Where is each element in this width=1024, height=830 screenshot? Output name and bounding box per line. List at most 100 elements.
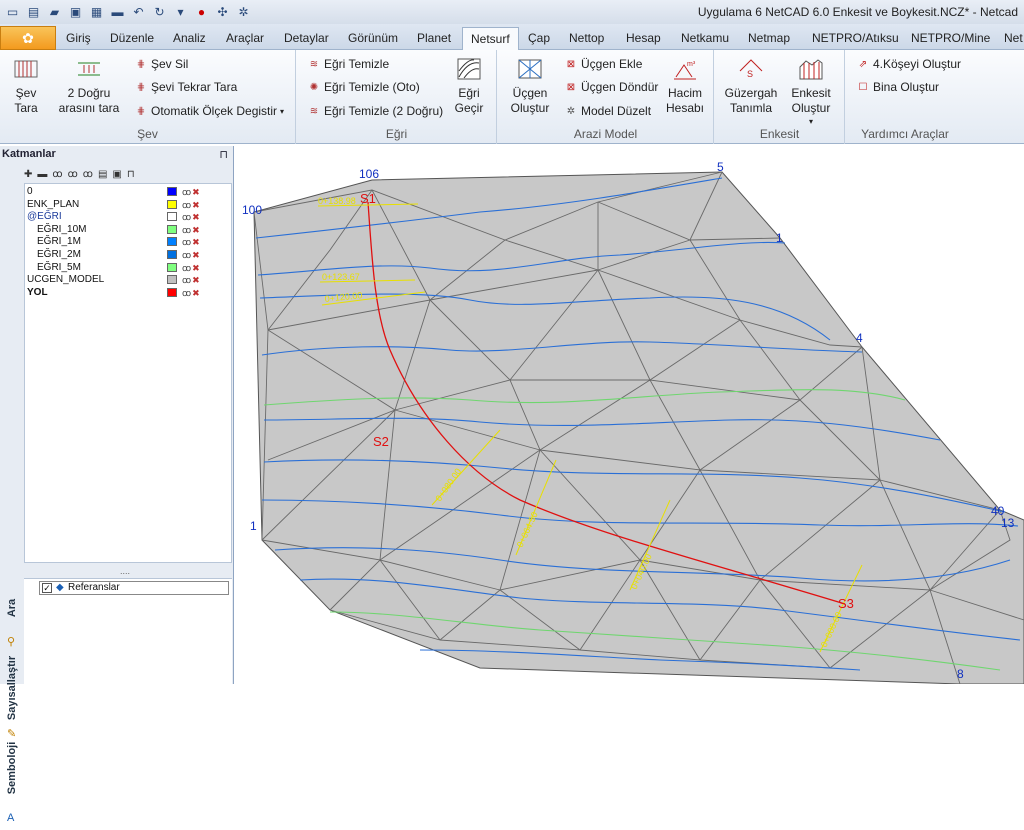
- list-item[interactable]: EĞRI_5M ꝏ✖: [27, 262, 231, 274]
- tab-netkamu[interactable]: Netkamu: [673, 27, 737, 50]
- tab-cap[interactable]: Çap: [520, 27, 558, 50]
- panel-header: Katmanlar ⊓: [2, 148, 228, 161]
- folder-icon[interactable]: ▬: [109, 3, 126, 20]
- pin-icon[interactable]: ⊓: [219, 148, 228, 161]
- tab-netpro-mine[interactable]: NETPRO/Mine: [903, 27, 998, 50]
- sev-tekrar-button[interactable]: ⋕ Şevi Tekrar Tara: [134, 80, 237, 94]
- kose-olustur-button[interactable]: ⇗ 4.Köşeyi Oluştur: [856, 57, 961, 71]
- layer-visibility-icon[interactable]: ꝏ✖: [182, 211, 201, 223]
- egri-temizle-2-button[interactable]: ≋ Eğri Temizle (2 Doğru): [307, 104, 443, 118]
- list-item[interactable]: EĞRI_10M ꝏ✖: [27, 224, 231, 236]
- filter-icon[interactable]: ▣: [112, 169, 121, 180]
- layer-visibility-icon[interactable]: ꝏ✖: [182, 287, 201, 299]
- lock-all-icon[interactable]: ꝏ: [83, 169, 93, 180]
- dropdown-icon[interactable]: ▾: [172, 3, 189, 20]
- layer-color-swatch[interactable]: [167, 187, 177, 196]
- egri-gecir-button[interactable]: Eğri Geçir: [447, 56, 491, 116]
- terrain-model-drawing[interactable]: 106 510014401381S1S2S30+138.980+123.670+1…: [236, 146, 1024, 685]
- list-item[interactable]: 0 ꝏ✖: [27, 186, 231, 198]
- redo-icon[interactable]: ↻: [151, 3, 168, 20]
- list-item[interactable]: EĞRI_1M ꝏ✖: [27, 236, 231, 248]
- layer-visibility-icon[interactable]: ꝏ✖: [182, 262, 201, 274]
- model-duzelt-button[interactable]: ✲ Model Düzelt: [564, 104, 651, 118]
- ucgen-dondur-button[interactable]: ⊠ Üçgen Döndür: [564, 80, 659, 94]
- list-item[interactable]: @EĞRI ꝏ✖: [27, 211, 231, 223]
- ucgen-olustur-button[interactable]: Üçgen Oluştur: [502, 56, 558, 116]
- tab-gorunum[interactable]: Görünüm: [340, 27, 406, 50]
- otomatik-olcek-button[interactable]: ⋕ Otomatik Ölçek Degistir ▾: [134, 104, 284, 118]
- tab-nettop[interactable]: Nettop: [561, 27, 612, 50]
- settings-icon[interactable]: ✲: [235, 3, 252, 20]
- sev-tara-button[interactable]: Şev Tara: [4, 56, 48, 116]
- layer-name: EĞRI_2M: [37, 249, 81, 260]
- map-canvas[interactable]: 106 5 100 1 4 40 13 8 1 S1 S2 S3 0+138.98 0+123.67 0+1…: [236, 146, 1024, 685]
- guzergah-tanimla-button[interactable]: S Güzergah Tanımla: [721, 56, 781, 116]
- layer-name: ENK_PLAN: [27, 198, 80, 210]
- tab-analiz[interactable]: Analiz: [165, 27, 214, 50]
- layer-visibility-icon[interactable]: ꝏ✖: [182, 186, 201, 198]
- layer-color-swatch[interactable]: [167, 237, 177, 247]
- side-tab-sayisallastir[interactable]: Sayısallaştır: [2, 656, 22, 722]
- add-layer-icon[interactable]: ✚: [24, 169, 32, 180]
- list-item[interactable]: ENK_PLAN ꝏ✖: [27, 199, 231, 211]
- tab-planet[interactable]: Planet: [409, 27, 459, 50]
- tab-netsurf[interactable]: Netsurf: [462, 27, 519, 51]
- print-icon[interactable]: ▦: [88, 3, 105, 20]
- layer-color-swatch[interactable]: [167, 275, 177, 285]
- tab-detaylar[interactable]: Detaylar: [276, 27, 337, 50]
- layer-visibility-icon[interactable]: ꝏ✖: [182, 199, 201, 211]
- egri-temizle-button[interactable]: ≋ Eğri Temizle: [307, 57, 389, 71]
- tab-netmap[interactable]: Netmap: [740, 27, 798, 50]
- layer-color-swatch[interactable]: [167, 199, 177, 209]
- open-folder-icon[interactable]: ▰: [46, 3, 63, 20]
- hide-all-icon[interactable]: ꝏ: [68, 169, 78, 180]
- ucgen-ekle-button[interactable]: ⊠ Üçgen Ekle: [564, 57, 643, 71]
- tab-net[interactable]: Net: [996, 27, 1024, 50]
- tab-giris[interactable]: Giriş: [58, 27, 99, 50]
- sev-tekrar-icon: ⋕: [136, 81, 146, 93]
- layer-color-swatch[interactable]: [167, 250, 177, 259]
- save-icon[interactable]: ▣: [67, 3, 84, 20]
- sev-sil-icon: ⋕: [136, 58, 146, 70]
- station-label: S1: [360, 191, 376, 206]
- layer-visibility-icon[interactable]: ꝏ✖: [182, 274, 201, 286]
- help-icon[interactable]: ●: [193, 3, 210, 20]
- remove-layer-icon[interactable]: ▬: [37, 169, 47, 180]
- show-all-icon[interactable]: ꝏ: [52, 169, 62, 180]
- layer-visibility-icon[interactable]: ꝏ✖: [182, 249, 201, 261]
- enkesit-olustur-button[interactable]: Enkesit Oluştur ▾: [783, 56, 839, 129]
- list-item[interactable]: EĞRI_2M ꝏ✖: [27, 249, 231, 261]
- app-menu-button[interactable]: ✿: [0, 26, 56, 50]
- list-item[interactable]: UCGEN_MODEL ꝏ✖: [27, 274, 231, 286]
- layer-color-swatch[interactable]: [167, 262, 177, 272]
- lock-icon[interactable]: ⊓: [127, 169, 135, 180]
- layer-name: EĞRI_10M: [37, 223, 87, 235]
- tab-duzenle[interactable]: Düzenle: [102, 27, 162, 50]
- tab-araclar[interactable]: Araçlar: [218, 27, 272, 50]
- layers-toolbar: ✚ ▬ ꝏ ꝏ ꝏ ▤ ▣ ⊓: [24, 166, 232, 182]
- splitter[interactable]: ....: [120, 566, 130, 576]
- layer-color-swatch[interactable]: [167, 287, 177, 297]
- properties-icon[interactable]: ▤: [98, 169, 107, 180]
- tab-netpro-atiksu[interactable]: NETPRO/Atıksu: [804, 27, 907, 50]
- egri-temizle-oto-button[interactable]: ✺ Eğri Temizle (Oto): [307, 80, 420, 94]
- sev-tara-icon: [11, 56, 41, 82]
- list-item[interactable]: ✓ ◆ Referanslar: [39, 581, 229, 595]
- bina-olustur-button[interactable]: ☐ Bina Oluştur: [856, 80, 940, 94]
- layer-color-swatch[interactable]: [167, 224, 177, 234]
- tab-hesap[interactable]: Hesap: [618, 27, 669, 50]
- new-icon[interactable]: ▭: [4, 3, 21, 20]
- iki-dogru-button[interactable]: 2 Doğru arasını tara: [56, 56, 122, 116]
- open-icon[interactable]: ▤: [25, 3, 42, 20]
- layer-color-swatch[interactable]: [167, 212, 177, 222]
- hacim-hesabi-button[interactable]: m³ Hacim Hesabı: [662, 56, 708, 116]
- referans-checkbox[interactable]: ✓: [42, 583, 52, 593]
- layer-visibility-icon[interactable]: ꝏ✖: [182, 236, 201, 248]
- grid-icon[interactable]: ✣: [214, 3, 231, 20]
- layer-visibility-icon[interactable]: ꝏ✖: [182, 224, 201, 236]
- list-item[interactable]: YOL ꝏ✖: [27, 287, 231, 299]
- reference-list: ✓ ◆ Referanslar: [24, 578, 232, 828]
- side-tab-semboloji[interactable]: Semboloji: [2, 742, 22, 802]
- sev-sil-button[interactable]: ⋕ Şev Sil: [134, 57, 189, 71]
- undo-icon[interactable]: ↶: [130, 3, 147, 20]
